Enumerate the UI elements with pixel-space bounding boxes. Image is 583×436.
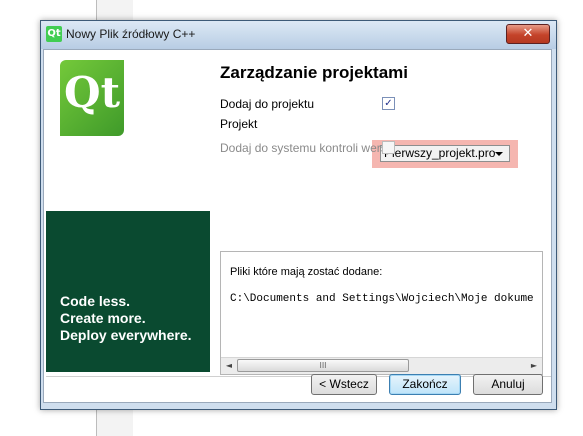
- scroll-right-icon[interactable]: ►: [526, 358, 542, 374]
- files-label: Pliki które mają zostać dodane:: [230, 266, 383, 278]
- slogan-line-1: Code less.: [60, 293, 131, 309]
- vcs-checkbox[interactable]: [382, 141, 395, 154]
- wizard-client-area: Qt Code less. Create more. Deploy everyw…: [43, 49, 552, 403]
- scroll-left-icon[interactable]: ◄: [221, 358, 237, 374]
- close-button[interactable]: ✕: [506, 24, 550, 44]
- slogan-line-3: Deploy everywhere.: [60, 327, 192, 343]
- qt-logo-text: Qt: [64, 68, 120, 117]
- finish-button[interactable]: Zakończ: [389, 374, 461, 395]
- slogan-line-2: Create more.: [60, 310, 146, 326]
- wizard-window: Qt Nowy Plik źródłowy C++ ✕ Qt Code less…: [40, 20, 557, 410]
- title-bar[interactable]: Qt Nowy Plik źródłowy C++ ✕: [41, 21, 556, 49]
- qt-logo: Qt: [60, 60, 124, 136]
- chevron-down-icon: [495, 152, 503, 156]
- back-button[interactable]: < Wstecz: [311, 374, 377, 395]
- qt-icon: Qt: [46, 26, 62, 42]
- project-select-value: Pierwszy_projekt.pro: [384, 146, 496, 160]
- add-to-project-label: Dodaj do projektu: [220, 97, 315, 111]
- cancel-button[interactable]: Anuluj: [473, 374, 543, 395]
- files-list[interactable]: Pliki które mają zostać dodane: C:\Docum…: [220, 251, 543, 375]
- window-title: Nowy Plik źródłowy C++: [66, 27, 196, 41]
- add-to-project-checkbox[interactable]: ✓: [382, 97, 395, 110]
- project-select[interactable]: Pierwszy_projekt.pro: [380, 145, 510, 162]
- scroll-thumb[interactable]: III: [237, 359, 409, 372]
- qt-side-banner: Code less. Create more. Deploy everywher…: [46, 211, 210, 372]
- qt-slogan: Code less. Create more. Deploy everywher…: [60, 293, 192, 344]
- file-path: C:\Documents and Settings\Wojciech\Moje …: [230, 293, 534, 305]
- page-title: Zarządzanie projektami: [220, 63, 409, 82]
- vcs-label: Dodaj do systemu kontroli wersji: [220, 141, 393, 155]
- project-label: Projekt: [220, 117, 258, 131]
- horizontal-scrollbar[interactable]: ◄ III ►: [221, 357, 542, 374]
